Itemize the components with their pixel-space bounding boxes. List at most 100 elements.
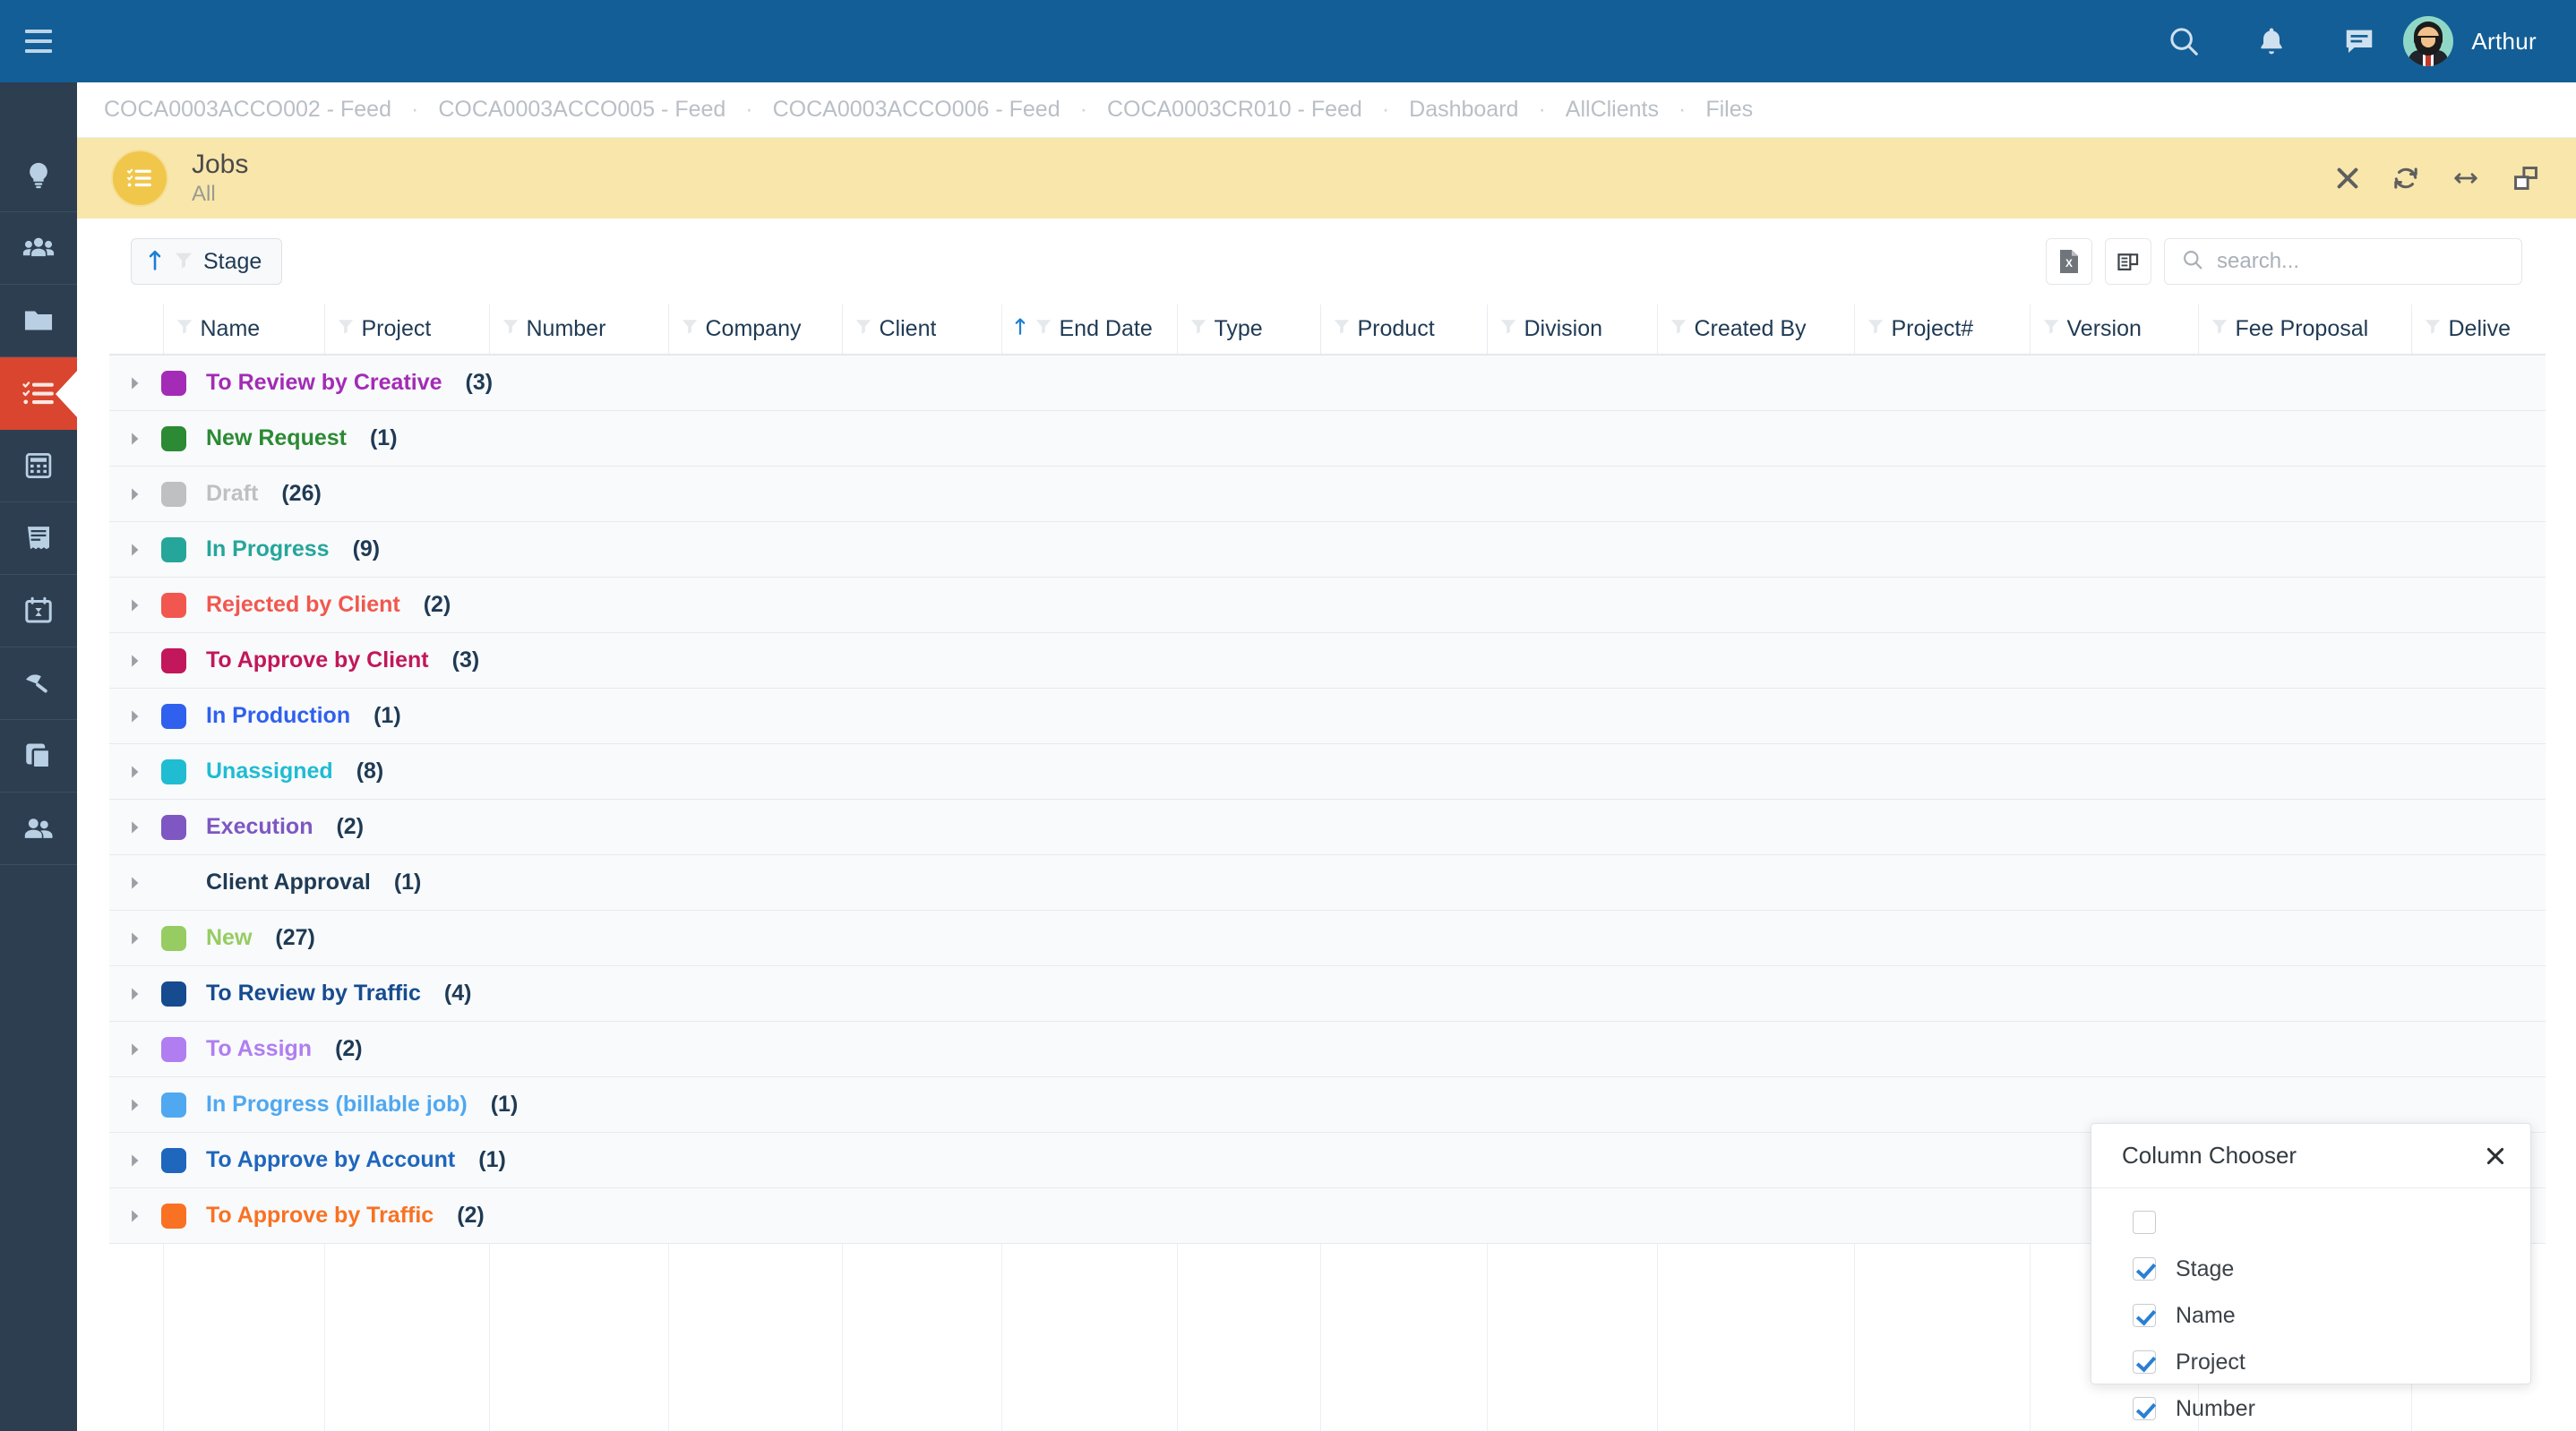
column-header-client[interactable]: Client — [842, 304, 1001, 355]
expand-arrow-icon[interactable] — [109, 598, 161, 613]
column-header-version[interactable]: Version — [2030, 304, 2198, 355]
expand-arrow-icon[interactable] — [109, 487, 161, 501]
resize-horizontal-icon[interactable] — [2451, 165, 2481, 192]
sidebar-item-lightbulb[interactable] — [0, 140, 77, 212]
windows-icon[interactable] — [2512, 164, 2540, 193]
group-row[interactable]: Execution(2) — [109, 800, 2546, 855]
refresh-icon[interactable] — [2391, 164, 2420, 193]
group-row[interactable]: In Production(1) — [109, 689, 2546, 744]
filter-icon[interactable] — [1866, 316, 1885, 342]
filter-icon[interactable] — [1669, 316, 1688, 342]
group-row[interactable]: Draft(26) — [109, 467, 2546, 522]
column-chooser-item-number[interactable]: Number — [2091, 1385, 2530, 1431]
checkbox[interactable] — [2133, 1304, 2156, 1327]
user-menu[interactable]: Arthur — [2403, 16, 2544, 66]
expand-arrow-icon[interactable] — [109, 543, 161, 557]
sidebar-item-people[interactable] — [0, 212, 77, 285]
sidebar-item-calendar[interactable] — [0, 575, 77, 647]
sidebar-item-folder[interactable] — [0, 285, 77, 357]
column-header-name[interactable]: Name — [163, 304, 324, 355]
filter-icon[interactable] — [680, 316, 700, 342]
expand-arrow-icon[interactable] — [109, 987, 161, 1001]
breadcrumb-item[interactable]: COCA0003ACCO005 - Feed — [438, 97, 726, 123]
column-chooser-item-name[interactable]: Name — [2091, 1292, 2530, 1339]
sidebar-item-tools[interactable] — [0, 647, 77, 720]
filter-icon[interactable] — [1498, 316, 1518, 342]
expand-arrow-icon[interactable] — [109, 1153, 161, 1168]
filter-icon[interactable] — [1332, 316, 1352, 342]
filter-icon[interactable] — [2041, 316, 2061, 342]
expand-arrow-icon[interactable] — [109, 376, 161, 390]
checkbox[interactable] — [2133, 1350, 2156, 1374]
search-box[interactable] — [2164, 238, 2522, 285]
filter-icon[interactable] — [501, 316, 520, 342]
filter-icon[interactable] — [1189, 316, 1208, 342]
breadcrumb-item[interactable]: COCA0003CR010 - Feed — [1107, 97, 1362, 123]
expand-arrow-icon[interactable] — [109, 654, 161, 668]
expand-arrow-icon[interactable] — [109, 1209, 161, 1223]
column-header-delive[interactable]: Delive — [2411, 304, 2546, 355]
column-header-type[interactable]: Type — [1177, 304, 1320, 355]
column-header-number[interactable]: Number — [489, 304, 668, 355]
group-row[interactable]: To Assign(2) — [109, 1022, 2546, 1077]
checkbox[interactable] — [2133, 1397, 2156, 1420]
breadcrumb-item[interactable]: COCA0003ACCO006 - Feed — [773, 97, 1060, 123]
bell-icon[interactable] — [2228, 0, 2315, 82]
hamburger-icon[interactable] — [0, 0, 77, 82]
group-chip-stage[interactable]: Stage — [131, 238, 282, 285]
chat-icon[interactable] — [2315, 0, 2403, 82]
expand-arrow-icon[interactable] — [109, 765, 161, 779]
column-header-division[interactable]: Division — [1487, 304, 1657, 355]
column-header-created-by[interactable]: Created By — [1657, 304, 1854, 355]
expand-arrow-icon[interactable] — [109, 1042, 161, 1057]
filter-icon[interactable] — [2210, 316, 2229, 342]
checkbox[interactable] — [2133, 1211, 2156, 1234]
expand-arrow-icon[interactable] — [109, 876, 161, 890]
column-header-project[interactable]: Project — [324, 304, 489, 355]
column-header-company[interactable]: Company — [668, 304, 842, 355]
excel-export-icon[interactable]: X — [2046, 238, 2092, 285]
filter-icon[interactable] — [854, 316, 873, 342]
column-header-blank[interactable] — [109, 304, 163, 355]
expand-arrow-icon[interactable] — [109, 709, 161, 724]
close-icon[interactable] — [2484, 1144, 2507, 1168]
breadcrumb-item[interactable]: COCA0003ACCO002 - Feed — [104, 97, 391, 123]
expand-arrow-icon[interactable] — [109, 931, 161, 946]
search-input[interactable] — [2217, 249, 2505, 274]
sidebar-item-invoices[interactable] — [0, 502, 77, 575]
column-chooser-item-project[interactable]: Project — [2091, 1339, 2530, 1385]
checkbox[interactable] — [2133, 1257, 2156, 1281]
column-header-end-date[interactable]: End Date — [1001, 304, 1177, 355]
close-icon[interactable] — [2334, 165, 2361, 192]
filter-icon[interactable] — [1034, 316, 1053, 342]
column-header-project-[interactable]: Project# — [1854, 304, 2030, 355]
breadcrumb-item[interactable]: Files — [1705, 97, 1753, 123]
sidebar-item-users[interactable] — [0, 793, 77, 865]
group-row[interactable]: New Request(1) — [109, 411, 2546, 467]
group-row[interactable]: Client Approval(1) — [109, 855, 2546, 911]
filter-icon[interactable] — [175, 316, 194, 342]
column-chooser-item-blank[interactable] — [2091, 1199, 2530, 1246]
filter-icon[interactable] — [336, 316, 356, 342]
expand-arrow-icon[interactable] — [109, 820, 161, 835]
group-row[interactable]: Unassigned(8) — [109, 744, 2546, 800]
group-row[interactable]: To Approve by Client(3) — [109, 633, 2546, 689]
column-chooser-panel[interactable]: Column Chooser StageNameProjectNumberDep… — [2091, 1123, 2531, 1384]
breadcrumb-item[interactable]: AllClients — [1566, 97, 1659, 123]
sidebar-item-copies[interactable] — [0, 720, 77, 793]
breadcrumb-item[interactable]: Dashboard — [1409, 97, 1518, 123]
filter-icon[interactable] — [2423, 316, 2443, 342]
sidebar-item-calculator[interactable] — [0, 430, 77, 502]
group-row[interactable]: Rejected by Client(2) — [109, 578, 2546, 633]
search-icon[interactable] — [2140, 0, 2228, 82]
sidebar-item-jobs[interactable] — [0, 357, 77, 430]
column-chooser-icon[interactable] — [2105, 238, 2151, 285]
group-row[interactable]: To Review by Creative(3) — [109, 355, 2546, 411]
column-header-product[interactable]: Product — [1320, 304, 1487, 355]
column-chooser-item-stage[interactable]: Stage — [2091, 1246, 2530, 1292]
column-header-fee-proposal[interactable]: Fee Proposal — [2198, 304, 2411, 355]
group-row[interactable]: New(27) — [109, 911, 2546, 966]
expand-arrow-icon[interactable] — [109, 1098, 161, 1112]
group-row[interactable]: In Progress(9) — [109, 522, 2546, 578]
group-row[interactable]: To Review by Traffic(4) — [109, 966, 2546, 1022]
